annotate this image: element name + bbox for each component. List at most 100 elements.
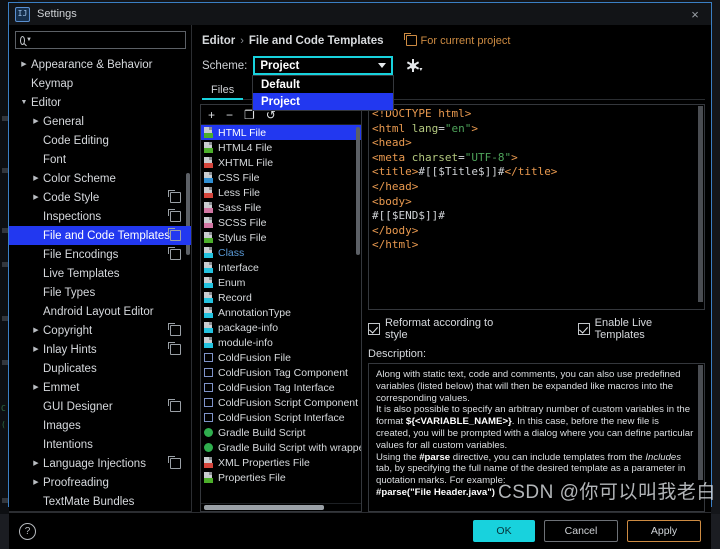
live-templates-checkbox[interactable]: Enable Live Templates <box>577 317 705 341</box>
scheme-dropdown-menu[interactable]: Default Project <box>252 75 394 111</box>
sidebar-item-general[interactable]: ▶ General <box>9 112 191 131</box>
sidebar-item-gui-designer[interactable]: GUI Designer <box>9 397 191 416</box>
template-list-item[interactable]: Less File <box>201 185 361 200</box>
options-row: Reformat according to style Enable Live … <box>368 317 705 341</box>
cancel-button[interactable]: Cancel <box>544 520 618 542</box>
template-code-editor[interactable]: <!DOCTYPE html> <html lang="en"> <head> <m… <box>368 104 705 310</box>
chevron-right-icon[interactable]: ▶ <box>31 479 41 486</box>
sidebar-item-file-and-code-templates[interactable]: File and Code Templates <box>9 226 191 245</box>
sidebar-item-copyright[interactable]: ▶ Copyright <box>9 321 191 340</box>
java-enum-icon <box>204 277 213 288</box>
template-list-item[interactable]: XML Properties File <box>201 455 361 470</box>
apply-button[interactable]: Apply <box>627 520 701 542</box>
sidebar-item-inlay-hints[interactable]: ▶ Inlay Hints <box>9 340 191 359</box>
settings-tree[interactable]: ▶ Appearance & Behavior Keymap ▼ Editor ▶ Gene… <box>9 53 191 511</box>
sidebar-item-code-style[interactable]: ▶ Code Style <box>9 188 191 207</box>
sidebar-item-images[interactable]: Images <box>9 416 191 435</box>
for-current-project-text: For current project <box>420 34 511 47</box>
sidebar-item-android-layout-editor[interactable]: Android Layout Editor <box>9 302 191 321</box>
sidebar-item-label: Appearance & Behavior <box>31 58 153 71</box>
chevron-right-icon[interactable]: ▶ <box>31 384 41 391</box>
sidebar-item-textmate-bundles[interactable]: TextMate Bundles <box>9 492 191 511</box>
sidebar-item-intentions[interactable]: Intentions <box>9 435 191 454</box>
code-line: </body> <box>372 224 701 239</box>
template-list-item[interactable]: SCSS File <box>201 215 361 230</box>
scheme-select[interactable]: Project <box>253 56 394 75</box>
coldfusion-script-interface-icon <box>204 412 213 423</box>
close-icon[interactable]: × <box>685 7 705 22</box>
gear-icon[interactable]: ▾ <box>407 59 422 73</box>
chevron-right-icon[interactable]: ▶ <box>31 327 41 334</box>
ok-button[interactable]: OK <box>473 520 535 542</box>
template-list-item[interactable]: Gradle Build Script <box>201 425 361 440</box>
template-list-item[interactable]: Sass File <box>201 200 361 215</box>
sidebar-item-inspections[interactable]: Inspections <box>9 207 191 226</box>
sidebar-item-emmet[interactable]: ▶ Emmet <box>9 378 191 397</box>
settings-dialog: IJ Settings × ▼ ▶ Appearance & Behavior Ke… <box>8 2 712 549</box>
breadcrumb-parent[interactable]: Editor <box>202 35 235 47</box>
template-list-item[interactable]: ColdFusion File <box>201 350 361 365</box>
template-list-item[interactable]: Stylus File <box>201 230 361 245</box>
sidebar-item-font[interactable]: Font <box>9 150 191 169</box>
template-list-item[interactable]: ColdFusion Tag Component <box>201 365 361 380</box>
help-icon[interactable]: ? <box>19 522 36 540</box>
chevron-right-icon[interactable]: ▶ <box>31 118 41 125</box>
template-list-item[interactable]: module-info <box>201 335 361 350</box>
description-textarea[interactable]: Along with static text, code and comment… <box>368 363 705 512</box>
template-list-item[interactable]: CSS File <box>201 170 361 185</box>
sidebar-item-proofreading[interactable]: ▶ Proofreading <box>9 473 191 492</box>
template-list-item[interactable]: Record <box>201 290 361 305</box>
templates-hscrollbar[interactable] <box>201 503 361 511</box>
chevron-right-icon[interactable]: ▶ <box>19 61 29 68</box>
template-list-item[interactable]: ColdFusion Tag Interface <box>201 380 361 395</box>
chevron-down-icon[interactable]: ▼ <box>19 99 29 106</box>
template-list-item[interactable]: XHTML File <box>201 155 361 170</box>
sidebar-item-file-encodings[interactable]: File Encodings <box>9 245 191 264</box>
sidebar-item-editor[interactable]: ▼ Editor <box>9 93 191 112</box>
template-list-item[interactable]: HTML File <box>201 125 361 140</box>
reformat-label: Reformat according to style <box>384 317 494 341</box>
css-file-icon <box>204 172 213 183</box>
scheme-option-default[interactable]: Default <box>253 76 393 93</box>
chevron-right-icon[interactable]: ▶ <box>31 460 41 467</box>
sidebar-item-appearance-behavior[interactable]: ▶ Appearance & Behavior <box>9 55 191 74</box>
sidebar-item-file-types[interactable]: File Types <box>9 283 191 302</box>
chevron-right-icon[interactable]: ▶ <box>31 194 41 201</box>
java-class-icon <box>204 247 213 258</box>
sidebar-item-language-injections[interactable]: ▶ Language Injections <box>9 454 191 473</box>
sidebar-item-label: File Encodings <box>43 248 119 261</box>
scheme-option-project[interactable]: Project <box>253 93 393 110</box>
less-file-icon <box>204 187 213 198</box>
templates-list[interactable]: HTML File HTML4 File XHTML File CSS File Les… <box>201 125 361 503</box>
description-scrollbar[interactable] <box>698 365 703 480</box>
editor-scrollbar[interactable] <box>698 106 703 302</box>
sidebar-item-duplicates[interactable]: Duplicates <box>9 359 191 378</box>
sidebar-item-color-scheme[interactable]: ▶ Color Scheme <box>9 169 191 188</box>
remove-template-button[interactable]: − <box>226 109 233 121</box>
code-token: </body> <box>372 223 419 237</box>
template-list-item[interactable]: Properties File <box>201 470 361 485</box>
add-template-button[interactable]: + <box>208 109 215 121</box>
search-box[interactable]: ▼ <box>15 31 186 49</box>
reformat-checkbox[interactable]: Reformat according to style <box>368 317 519 341</box>
sidebar-item-label: Inlay Hints <box>43 343 97 356</box>
template-list-item[interactable]: HTML4 File <box>201 140 361 155</box>
template-list-item[interactable]: Enum <box>201 275 361 290</box>
search-input[interactable] <box>35 33 181 47</box>
chevron-right-icon[interactable]: ▶ <box>31 175 41 182</box>
tab-files[interactable]: Files <box>202 81 244 100</box>
templates-vscrollbar[interactable] <box>356 127 360 255</box>
template-list-item[interactable]: Gradle Build Script with wrapper <box>201 440 361 455</box>
chevron-right-icon[interactable]: ▶ <box>31 346 41 353</box>
template-list-item[interactable]: AnnotationType <box>201 305 361 320</box>
sidebar-item-keymap[interactable]: Keymap <box>9 74 191 93</box>
template-list-item[interactable]: package-info <box>201 320 361 335</box>
sidebar-item-code-editing[interactable]: Code Editing <box>9 131 191 150</box>
template-label: ColdFusion File <box>218 351 291 364</box>
template-list-item[interactable]: ColdFusion Script Component <box>201 395 361 410</box>
sidebar-item-live-templates[interactable]: Live Templates <box>9 264 191 283</box>
template-list-item[interactable]: Class <box>201 245 361 260</box>
template-list-item[interactable]: ColdFusion Script Interface <box>201 410 361 425</box>
template-list-item[interactable]: Interface <box>201 260 361 275</box>
gradle-wrapper-icon <box>204 442 213 453</box>
